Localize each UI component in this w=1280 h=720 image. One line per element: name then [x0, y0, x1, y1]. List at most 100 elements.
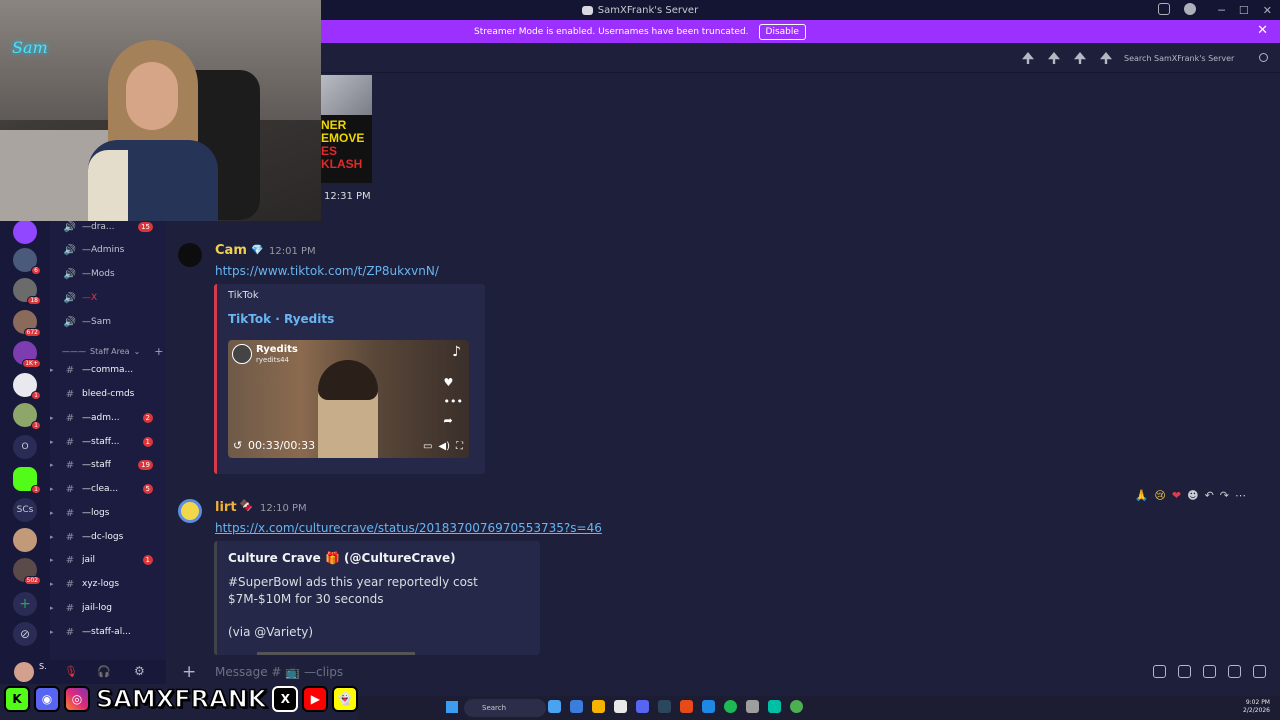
spotify-icon[interactable]: [724, 700, 737, 713]
maximize-button[interactable]: ☐: [1239, 4, 1249, 17]
server-icon[interactable]: SCs: [13, 498, 37, 522]
forward-icon[interactable]: ↷: [1220, 489, 1229, 502]
headphones-icon[interactable]: 🎧: [97, 665, 111, 678]
message-author[interactable]: Cam: [215, 243, 247, 258]
close-banner-button[interactable]: ✕: [1257, 23, 1268, 38]
app-icon[interactable]: [680, 700, 693, 713]
text-channel[interactable]: ▸ # jail-log: [50, 598, 166, 618]
pin-icon[interactable]: [1074, 52, 1086, 64]
edge-icon[interactable]: [570, 700, 583, 713]
comment-icon[interactable]: •••: [444, 395, 463, 408]
taskbar-clock[interactable]: 9:02 PM 2/2/2026: [1243, 699, 1270, 715]
reply-icon[interactable]: ↶: [1205, 489, 1214, 502]
notifications-icon[interactable]: [1048, 52, 1060, 64]
text-channel[interactable]: ▸ # —clea... 5: [50, 479, 166, 499]
volume-icon[interactable]: ◀): [438, 441, 450, 452]
text-channel[interactable]: ▸ # xyz-logs: [50, 574, 166, 594]
voice-channel[interactable]: 🔊 —X: [50, 288, 166, 308]
members-icon[interactable]: [1100, 52, 1112, 64]
replay-icon[interactable]: ↺: [233, 439, 242, 452]
message-input[interactable]: Message # 📺 —clips: [215, 665, 343, 679]
steam-icon[interactable]: [658, 700, 671, 713]
add-reaction-icon[interactable]: ☻: [1187, 489, 1198, 502]
message-author[interactable]: lirt: [215, 500, 237, 515]
text-channel[interactable]: ▸ # —logs: [50, 503, 166, 523]
hash-icon: #: [65, 578, 75, 590]
server-icon[interactable]: 672: [13, 310, 41, 337]
text-channel[interactable]: ▸ # jail 1: [50, 550, 166, 570]
server-icon[interactable]: 18: [13, 278, 41, 305]
server-icon[interactable]: 6: [13, 248, 41, 275]
minimize-button[interactable]: ─: [1218, 4, 1225, 17]
server-icon[interactable]: [13, 528, 37, 552]
voice-channel[interactable]: 🔊 —Admins: [50, 240, 166, 260]
discord-icon[interactable]: [636, 700, 649, 713]
notepad-icon[interactable]: [614, 700, 627, 713]
app-icon[interactable]: [768, 700, 781, 713]
discover-icon[interactable]: ⊘: [13, 622, 37, 646]
widgets-icon[interactable]: [548, 700, 561, 713]
message-link[interactable]: https://x.com/culturecrave/status/201837…: [215, 521, 602, 535]
app-icon[interactable]: [702, 700, 715, 713]
server-icon[interactable]: 502: [13, 558, 41, 585]
sticker-icon[interactable]: [1203, 665, 1216, 678]
avatar[interactable]: [178, 499, 202, 523]
channel-label: —dc-logs: [82, 532, 124, 542]
add-server-button[interactable]: +: [13, 592, 37, 616]
server-icon[interactable]: 1: [13, 373, 41, 400]
text-channel[interactable]: ▸ # —staff 19: [50, 455, 166, 475]
x-icon: X: [272, 686, 299, 712]
user-avatar[interactable]: [14, 662, 34, 682]
text-channel[interactable]: ▸ # —comma...: [50, 360, 166, 380]
close-window-button[interactable]: ✕: [1263, 4, 1272, 17]
disable-streamer-mode-button[interactable]: Disable: [758, 23, 806, 40]
previous-image[interactable]: NER EMOVE ES KLASH: [321, 75, 372, 183]
voice-channel[interactable]: 🔊 —Sam: [50, 312, 166, 332]
server-icon[interactable]: O: [13, 435, 37, 459]
voice-channel[interactable]: 🔊 —Mods: [50, 264, 166, 284]
text-channel[interactable]: ▸ # —adm... 2: [50, 408, 166, 428]
embed-author[interactable]: Culture Crave 🎁 (@CultureCrave): [228, 551, 456, 565]
heart-icon[interactable]: ♥: [444, 376, 463, 389]
settings-icon[interactable]: [746, 700, 759, 713]
text-channel[interactable]: ▸ # —dc-logs: [50, 527, 166, 547]
start-button[interactable]: [446, 701, 458, 713]
text-channel[interactable]: ▸ # —staff... 1: [50, 432, 166, 452]
threads-icon[interactable]: [1022, 52, 1034, 64]
text-channel[interactable]: # bleed-cmds: [50, 384, 166, 404]
captions-icon[interactable]: ▭: [423, 441, 432, 452]
video-handle: ryedits44: [256, 356, 290, 364]
file-explorer-icon[interactable]: [592, 700, 605, 713]
fullscreen-icon[interactable]: ⛶: [456, 441, 463, 452]
taskbar-search[interactable]: Search: [464, 699, 546, 717]
share-icon[interactable]: ➦: [444, 414, 463, 427]
discord-window: SamXFrank's Server ─ ☐ ✕ Streamer Mode i…: [0, 0, 1280, 720]
mic-muted-icon[interactable]: 🎙: [64, 665, 78, 678]
gift-icon[interactable]: [1153, 665, 1166, 678]
server-icon[interactable]: 1K+: [13, 341, 41, 368]
search-input[interactable]: Search SamXFrank's Server: [1120, 49, 1270, 67]
message-link[interactable]: https://www.tiktok.com/t/ZP8ukxvnN/: [215, 264, 439, 278]
sad-reaction-icon[interactable]: 😢: [1154, 489, 1165, 502]
embed-title[interactable]: TikTok · Ryedits: [228, 312, 334, 326]
pray-reaction-icon[interactable]: 🙏: [1135, 489, 1149, 502]
embedded-video[interactable]: Ryedits ryedits44 ♪ ♥ ••• ➦ ↺ 00:33/00:3…: [228, 340, 469, 458]
embed-image-preview[interactable]: [257, 652, 415, 655]
inbox-icon[interactable]: [1158, 3, 1170, 15]
avatar[interactable]: [178, 243, 202, 267]
chrome-icon[interactable]: [790, 700, 803, 713]
server-icon[interactable]: [13, 220, 37, 244]
emoji-icon[interactable]: [1228, 665, 1241, 678]
category-staff-area[interactable]: ——— Staff Area ⌄ +: [62, 345, 164, 358]
add-channel-icon[interactable]: +: [154, 345, 163, 358]
server-icon[interactable]: 1: [13, 403, 41, 430]
gif-icon[interactable]: [1178, 665, 1191, 678]
server-icon[interactable]: 1: [13, 467, 41, 494]
help-icon[interactable]: [1184, 3, 1196, 15]
text-channel[interactable]: ▸ # —staff-al...: [50, 622, 166, 642]
attach-button[interactable]: +: [182, 662, 196, 682]
apps-icon[interactable]: [1253, 665, 1266, 678]
heart-reaction-icon[interactable]: ❤: [1172, 489, 1181, 502]
more-options-icon[interactable]: ⋯: [1235, 489, 1246, 502]
gear-icon[interactable]: ⚙: [134, 664, 145, 678]
